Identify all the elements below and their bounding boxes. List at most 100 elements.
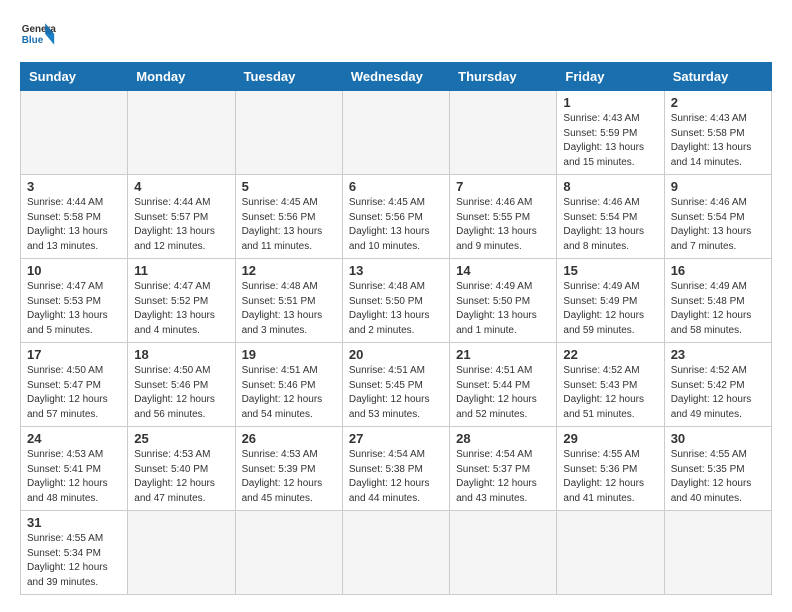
day-info: Sunrise: 4:54 AM Sunset: 5:37 PM Dayligh… (456, 448, 550, 506)
day-number: 19 (242, 347, 336, 362)
day-info: Sunrise: 4:51 AM Sunset: 5:45 PM Dayligh… (349, 364, 443, 422)
weekday-header-wednesday: Wednesday (342, 63, 449, 91)
logo-icon: General Blue (20, 16, 56, 52)
calendar-week-4: 24Sunrise: 4:53 AM Sunset: 5:41 PM Dayli… (21, 427, 772, 511)
calendar-cell (450, 511, 557, 595)
page: General Blue SundayMondayTuesdayWednesda… (0, 0, 792, 612)
day-number: 3 (27, 179, 121, 194)
calendar-cell: 19 Sunrise: 4:51 AM Sunset: 5:46 PM Dayli… (235, 343, 342, 427)
day-info: Sunrise: 4:47 AM Sunset: 5:53 PM Dayligh… (27, 280, 121, 338)
day-number: 20 (349, 347, 443, 362)
day-info: Sunrise: 4:52 AM Sunset: 5:42 PM Dayligh… (671, 364, 765, 422)
calendar-cell: 20 Sunrise: 4:51 AM Sunset: 5:45 PM Dayli… (342, 343, 449, 427)
weekday-header-saturday: Saturday (664, 63, 771, 91)
calendar-cell: 23Sunrise: 4:52 AM Sunset: 5:42 PM Dayli… (664, 343, 771, 427)
day-number: 13 (349, 263, 443, 278)
svg-text:Blue: Blue (22, 35, 44, 46)
day-number: 2 (671, 95, 765, 110)
day-info: Sunrise: 4:49 AM Sunset: 5:50 PM Dayligh… (456, 280, 550, 338)
day-number: 22 (563, 347, 657, 362)
day-info: Sunrise: 4:52 AM Sunset: 5:43 PM Dayligh… (563, 364, 657, 422)
calendar-cell: 2 Sunrise: 4:43 AM Sunset: 5:58 PM Daylig… (664, 91, 771, 175)
day-number: 10 (27, 263, 121, 278)
calendar-cell: 26Sunrise: 4:53 AM Sunset: 5:39 PM Dayli… (235, 427, 342, 511)
day-number: 8 (563, 179, 657, 194)
header: General Blue (20, 16, 772, 52)
calendar-cell: 4Sunrise: 4:44 AM Sunset: 5:57 PM Daylig… (128, 175, 235, 259)
day-number: 18 (134, 347, 228, 362)
day-number: 25 (134, 431, 228, 446)
day-info: Sunrise: 4:51 AM Sunset: 5:46 PM Dayligh… (242, 364, 336, 422)
day-info: Sunrise: 4:55 AM Sunset: 5:35 PM Dayligh… (671, 448, 765, 506)
weekday-header-monday: Monday (128, 63, 235, 91)
day-info: Sunrise: 4:49 AM Sunset: 5:48 PM Dayligh… (671, 280, 765, 338)
calendar-cell (235, 511, 342, 595)
day-number: 28 (456, 431, 550, 446)
day-number: 14 (456, 263, 550, 278)
calendar-cell: 25Sunrise: 4:53 AM Sunset: 5:40 PM Dayli… (128, 427, 235, 511)
day-info: Sunrise: 4:53 AM Sunset: 5:39 PM Dayligh… (242, 448, 336, 506)
calendar-cell: 3 Sunrise: 4:44 AM Sunset: 5:58 PM Daylig… (21, 175, 128, 259)
day-info: Sunrise: 4:46 AM Sunset: 5:54 PM Dayligh… (563, 196, 657, 254)
calendar-cell: 10 Sunrise: 4:47 AM Sunset: 5:53 PM Dayli… (21, 259, 128, 343)
day-info: Sunrise: 4:53 AM Sunset: 5:41 PM Dayligh… (27, 448, 121, 506)
calendar-cell: 13 Sunrise: 4:48 AM Sunset: 5:50 PM Dayli… (342, 259, 449, 343)
calendar-week-2: 10 Sunrise: 4:47 AM Sunset: 5:53 PM Dayli… (21, 259, 772, 343)
calendar-cell: 16Sunrise: 4:49 AM Sunset: 5:48 PM Dayli… (664, 259, 771, 343)
day-number: 21 (456, 347, 550, 362)
day-info: Sunrise: 4:43 AM Sunset: 5:58 PM Dayligh… (671, 112, 765, 170)
calendar-cell: 24Sunrise: 4:53 AM Sunset: 5:41 PM Dayli… (21, 427, 128, 511)
calendar-week-1: 3 Sunrise: 4:44 AM Sunset: 5:58 PM Daylig… (21, 175, 772, 259)
day-info: Sunrise: 4:51 AM Sunset: 5:44 PM Dayligh… (456, 364, 550, 422)
logo: General Blue (20, 16, 56, 52)
calendar-cell: 21 Sunrise: 4:51 AM Sunset: 5:44 PM Dayli… (450, 343, 557, 427)
calendar-cell: 12Sunrise: 4:48 AM Sunset: 5:51 PM Dayli… (235, 259, 342, 343)
weekday-header-thursday: Thursday (450, 63, 557, 91)
weekday-header-row: SundayMondayTuesdayWednesdayThursdayFrid… (21, 63, 772, 91)
calendar-cell: 31Sunrise: 4:55 AM Sunset: 5:34 PM Dayli… (21, 511, 128, 595)
calendar-cell (128, 511, 235, 595)
day-number: 7 (456, 179, 550, 194)
calendar-cell: 11Sunrise: 4:47 AM Sunset: 5:52 PM Dayli… (128, 259, 235, 343)
calendar-cell (21, 91, 128, 175)
day-info: Sunrise: 4:50 AM Sunset: 5:46 PM Dayligh… (134, 364, 228, 422)
day-info: Sunrise: 4:46 AM Sunset: 5:54 PM Dayligh… (671, 196, 765, 254)
calendar-week-3: 17 Sunrise: 4:50 AM Sunset: 5:47 PM Dayli… (21, 343, 772, 427)
day-info: Sunrise: 4:50 AM Sunset: 5:47 PM Dayligh… (27, 364, 121, 422)
day-info: Sunrise: 4:47 AM Sunset: 5:52 PM Dayligh… (134, 280, 228, 338)
weekday-header-sunday: Sunday (21, 63, 128, 91)
day-number: 30 (671, 431, 765, 446)
day-info: Sunrise: 4:49 AM Sunset: 5:49 PM Dayligh… (563, 280, 657, 338)
calendar-cell: 28 Sunrise: 4:54 AM Sunset: 5:37 PM Dayli… (450, 427, 557, 511)
day-number: 27 (349, 431, 443, 446)
day-info: Sunrise: 4:54 AM Sunset: 5:38 PM Dayligh… (349, 448, 443, 506)
calendar-cell (450, 91, 557, 175)
day-info: Sunrise: 4:55 AM Sunset: 5:36 PM Dayligh… (563, 448, 657, 506)
calendar-week-5: 31Sunrise: 4:55 AM Sunset: 5:34 PM Dayli… (21, 511, 772, 595)
calendar-cell: 8 Sunrise: 4:46 AM Sunset: 5:54 PM Daylig… (557, 175, 664, 259)
calendar-cell (128, 91, 235, 175)
day-number: 9 (671, 179, 765, 194)
day-number: 1 (563, 95, 657, 110)
day-number: 4 (134, 179, 228, 194)
day-info: Sunrise: 4:43 AM Sunset: 5:59 PM Dayligh… (563, 112, 657, 170)
calendar-cell: 5Sunrise: 4:45 AM Sunset: 5:56 PM Daylig… (235, 175, 342, 259)
calendar-cell: 17 Sunrise: 4:50 AM Sunset: 5:47 PM Dayli… (21, 343, 128, 427)
calendar-cell: 6Sunrise: 4:45 AM Sunset: 5:56 PM Daylig… (342, 175, 449, 259)
weekday-header-tuesday: Tuesday (235, 63, 342, 91)
calendar-cell (557, 511, 664, 595)
day-info: Sunrise: 4:46 AM Sunset: 5:55 PM Dayligh… (456, 196, 550, 254)
weekday-header-friday: Friday (557, 63, 664, 91)
day-number: 17 (27, 347, 121, 362)
calendar-cell: 1 Sunrise: 4:43 AM Sunset: 5:59 PM Daylig… (557, 91, 664, 175)
calendar-cell: 22 Sunrise: 4:52 AM Sunset: 5:43 PM Dayli… (557, 343, 664, 427)
calendar-week-0: 1 Sunrise: 4:43 AM Sunset: 5:59 PM Daylig… (21, 91, 772, 175)
day-info: Sunrise: 4:45 AM Sunset: 5:56 PM Dayligh… (242, 196, 336, 254)
calendar-cell: 7 Sunrise: 4:46 AM Sunset: 5:55 PM Daylig… (450, 175, 557, 259)
day-number: 15 (563, 263, 657, 278)
calendar-cell: 14 Sunrise: 4:49 AM Sunset: 5:50 PM Dayli… (450, 259, 557, 343)
day-info: Sunrise: 4:44 AM Sunset: 5:58 PM Dayligh… (27, 196, 121, 254)
day-info: Sunrise: 4:48 AM Sunset: 5:50 PM Dayligh… (349, 280, 443, 338)
calendar-cell: 27 Sunrise: 4:54 AM Sunset: 5:38 PM Dayli… (342, 427, 449, 511)
day-number: 31 (27, 515, 121, 530)
